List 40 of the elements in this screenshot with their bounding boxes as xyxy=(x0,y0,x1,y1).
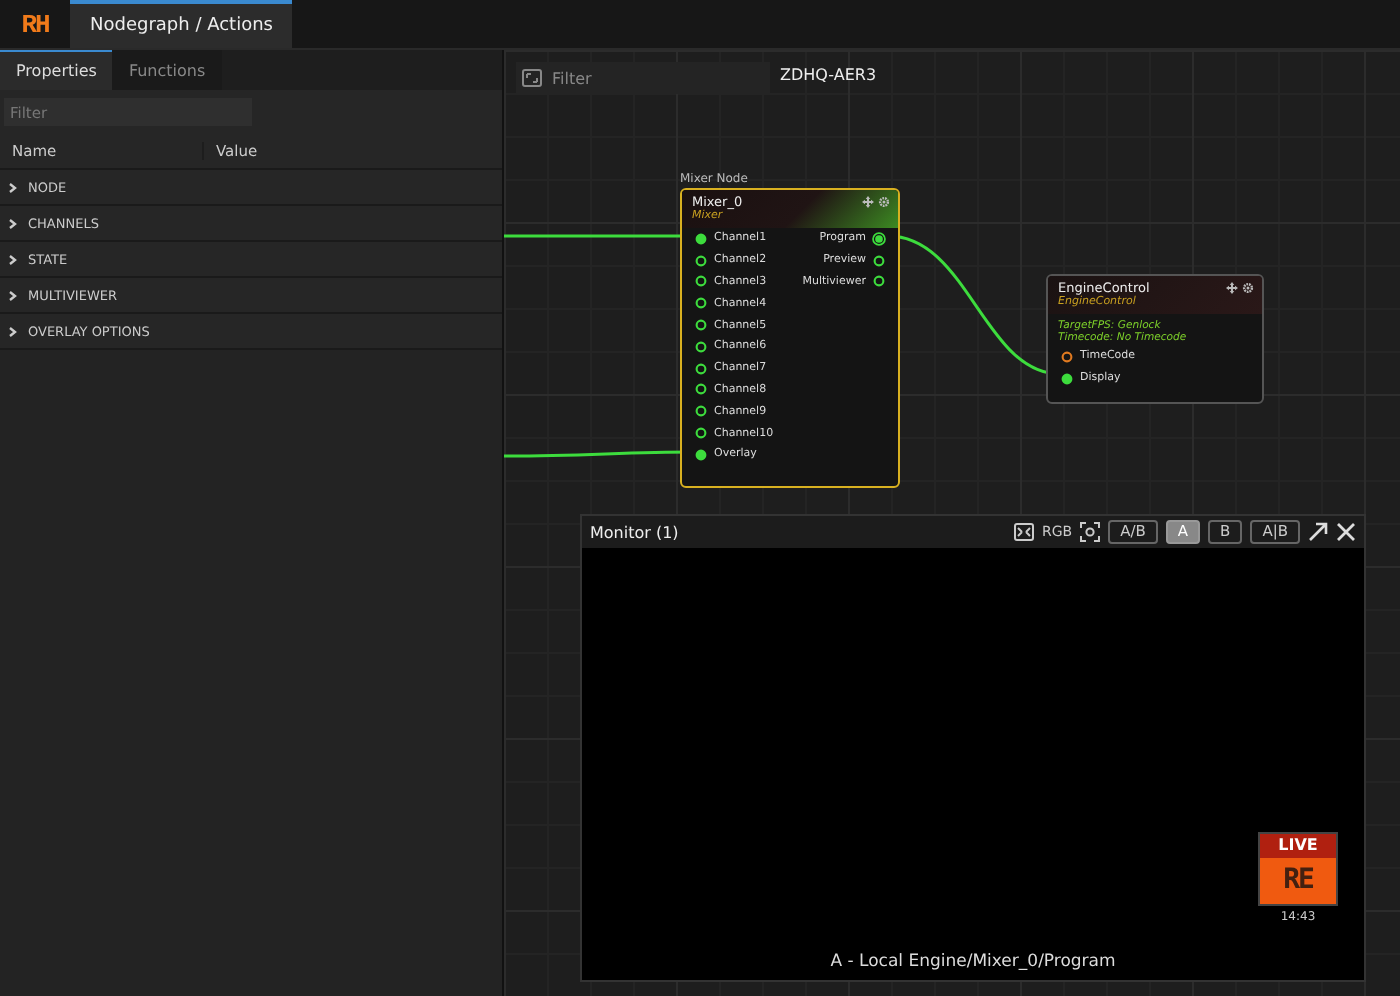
close-icon[interactable] xyxy=(1336,522,1356,542)
move-icon[interactable] xyxy=(862,196,874,208)
popout-icon[interactable] xyxy=(1308,522,1328,542)
frame-icon xyxy=(522,68,542,88)
focus-icon[interactable] xyxy=(1080,522,1101,542)
port-icon[interactable] xyxy=(694,361,708,376)
port-icon[interactable] xyxy=(694,404,708,419)
live-label: LIVE xyxy=(1260,834,1336,858)
chevron-icon xyxy=(6,289,18,301)
port-icon[interactable] xyxy=(694,318,708,333)
port-icon[interactable] xyxy=(694,296,708,311)
chevron-icon xyxy=(6,253,18,265)
port-icon[interactable] xyxy=(694,274,708,289)
chevron-icon xyxy=(6,217,18,229)
port-icon[interactable] xyxy=(694,253,708,268)
port-icon[interactable] xyxy=(1060,371,1074,386)
port-icon[interactable] xyxy=(872,253,886,268)
source-label: A - Local Engine/Mixer_0/Program xyxy=(830,952,1116,972)
settings-icon[interactable] xyxy=(1242,282,1254,294)
port-icon[interactable] xyxy=(872,274,886,289)
move-icon[interactable] xyxy=(1226,282,1238,294)
port-icon[interactable] xyxy=(694,382,708,397)
app-logo: RH xyxy=(19,7,51,43)
badge-logo: RE xyxy=(1260,858,1336,904)
port-icon[interactable] xyxy=(694,447,708,462)
chevron-icon xyxy=(6,325,18,337)
document-tab[interactable]: Nodegraph / Actions xyxy=(70,0,293,48)
port-icon[interactable] xyxy=(694,231,708,246)
port-icon[interactable] xyxy=(1060,349,1074,364)
port-icon[interactable] xyxy=(694,426,708,441)
fit-icon[interactable] xyxy=(1013,522,1034,542)
port-icon[interactable] xyxy=(694,339,708,354)
window-title: Monitor (1) xyxy=(590,523,681,541)
settings-icon[interactable] xyxy=(878,196,890,208)
panel-tab[interactable]: Properties xyxy=(0,50,113,90)
port-icon[interactable] xyxy=(872,231,886,246)
canvas-filter-field[interactable]: Filter xyxy=(516,62,770,94)
engine-name: ZDHQ-AER3 xyxy=(780,66,877,84)
chevron-icon xyxy=(6,181,18,193)
panel-tab[interactable]: Functions xyxy=(112,50,222,90)
